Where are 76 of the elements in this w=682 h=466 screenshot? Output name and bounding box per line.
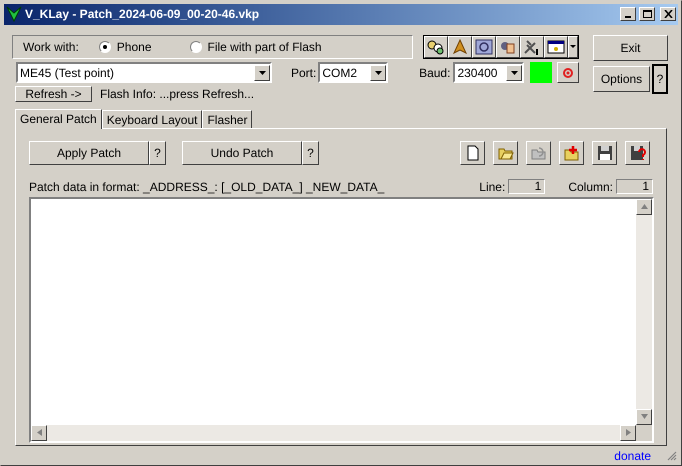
toolbar-button[interactable]: [496, 36, 520, 58]
caret-icon: [258, 70, 266, 74]
toolbar-button[interactable]: [520, 36, 544, 58]
add-folder-icon: [564, 144, 580, 160]
close-icon: [664, 10, 672, 18]
file-button[interactable]: [625, 140, 650, 164]
window-title: V_KLay - Patch_2024-06-09_00-20-46.vkp: [25, 6, 260, 24]
new-file-icon: [464, 144, 480, 160]
help-button[interactable]: ?: [652, 64, 668, 94]
file-button[interactable]: [559, 140, 584, 164]
help-button[interactable]: ?: [302, 140, 319, 164]
horizontal-scrollbar[interactable]: [31, 424, 636, 440]
toolbar-dropdown[interactable]: [568, 36, 578, 58]
format-hint: Patch data in format: _ADDRESS_: [_OLD_DATA_] _NEW_DATA_: [29, 178, 386, 196]
flash-info: Flash Info: ...press Refresh...: [100, 86, 254, 102]
port-label: Port:: [291, 64, 316, 82]
v-logo-icon: [6, 6, 22, 22]
file-button[interactable]: [592, 140, 617, 164]
caret-icon: [374, 70, 382, 74]
radio-button[interactable]: [98, 40, 111, 52]
column-field: 1: [616, 179, 653, 194]
reload-icon: [530, 144, 546, 160]
tab[interactable]: Keyboard Layout: [102, 110, 202, 128]
file-button[interactable]: [526, 140, 551, 164]
donate-link[interactable]: donate: [614, 447, 651, 465]
radio-button[interactable]: [190, 40, 202, 52]
toolbar-button[interactable]: [544, 36, 568, 58]
vertical-scrollbar[interactable]: [636, 198, 652, 424]
maximize-icon: [642, 10, 652, 18]
window-icon: [547, 38, 565, 54]
file-button[interactable]: [460, 140, 485, 164]
tab[interactable]: General Patch: [15, 108, 102, 128]
tab[interactable]: Flasher: [202, 110, 252, 128]
device-select[interactable]: ME45 (Test point): [16, 62, 272, 83]
radio-option[interactable]: Phone: [98, 38, 152, 56]
toolbar-button[interactable]: [424, 36, 448, 58]
patch-button[interactable]: Apply Patch: [29, 140, 149, 164]
scrollbar-corner: [636, 424, 652, 440]
dropdown-button[interactable]: [254, 64, 270, 80]
caret-icon: [570, 45, 576, 48]
target-icon: [562, 66, 574, 78]
dropdown-button[interactable]: [370, 64, 386, 80]
radio-option[interactable]: File with part of Flash: [190, 38, 322, 56]
options-button[interactable]: Options: [593, 66, 650, 92]
toolbar-button[interactable]: [472, 36, 496, 58]
refresh-button[interactable]: Refresh ->: [15, 86, 92, 102]
disconnect-button[interactable]: [557, 62, 579, 83]
scroll-button[interactable]: [636, 408, 652, 424]
patch-button[interactable]: Undo Patch: [182, 140, 302, 164]
baud-select[interactable]: 230400: [453, 62, 524, 83]
up-arrow-icon: [640, 203, 648, 210]
left-arrow-icon: [36, 429, 42, 436]
window-button[interactable]: [660, 7, 676, 22]
window-button[interactable]: [620, 7, 636, 22]
save-icon: [596, 144, 612, 160]
down-arrow-icon: [640, 413, 648, 420]
port-select[interactable]: COM2: [318, 62, 388, 83]
baud-label: Baud:: [419, 64, 450, 82]
save-help-icon: [630, 144, 646, 160]
scroll-button[interactable]: [620, 424, 636, 440]
help-button[interactable]: ?: [149, 140, 166, 164]
right-arrow-icon: [624, 429, 632, 436]
file-button[interactable]: [493, 140, 518, 164]
caret-icon: [510, 70, 518, 74]
resize-grip-icon: [667, 451, 677, 461]
column-label: Column:: [568, 178, 613, 196]
dropdown-button[interactable]: [506, 64, 522, 80]
toolbar-button[interactable]: [448, 36, 472, 58]
line-field: 1: [508, 179, 546, 194]
window-button[interactable]: [639, 7, 655, 22]
work-with-label: Work with:: [23, 38, 79, 56]
line-label: Line:: [479, 178, 506, 196]
exit-button[interactable]: Exit: [593, 34, 668, 60]
scroll-button[interactable]: [31, 424, 47, 440]
pen-nib-icon: [451, 38, 469, 54]
scroll-button[interactable]: [636, 198, 652, 214]
